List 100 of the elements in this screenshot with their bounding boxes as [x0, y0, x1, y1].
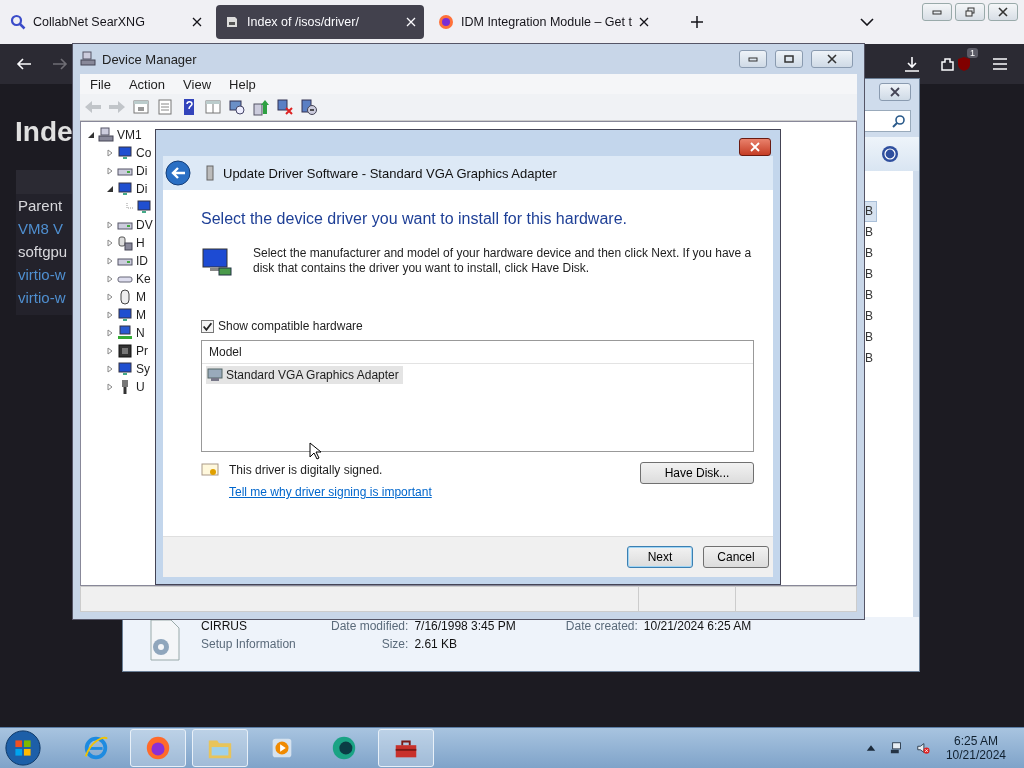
back-button[interactable]: [165, 160, 191, 186]
close-button[interactable]: [739, 138, 771, 156]
download-icon[interactable]: [904, 56, 920, 72]
collapsed-arrow-icon[interactable]: [106, 347, 114, 355]
close-button[interactable]: [811, 50, 853, 68]
uninstall-icon[interactable]: [276, 98, 294, 116]
tree-item[interactable]: Sy: [136, 362, 150, 376]
tree-item[interactable]: Di: [136, 164, 148, 178]
menu-item[interactable]: Help: [229, 76, 256, 92]
maximize-icon: [784, 54, 794, 64]
collapsed-arrow-icon[interactable]: [106, 221, 114, 229]
menu-item[interactable]: File: [90, 76, 111, 92]
tree-item[interactable]: M: [136, 290, 146, 304]
menu-item[interactable]: Action: [128, 76, 166, 92]
menu-icon[interactable]: [992, 56, 1008, 72]
close-icon[interactable]: [638, 17, 649, 27]
collapsed-arrow-icon[interactable]: [106, 149, 114, 157]
network-icon[interactable]: [889, 741, 904, 755]
collapsed-arrow-icon[interactable]: [106, 365, 114, 373]
dialog-title: Update Driver Software - Standard VGA Graphics Adapter: [223, 165, 557, 181]
file-size[interactable]: B: [864, 327, 877, 348]
tree-item[interactable]: Ke: [136, 272, 151, 286]
expanded-arrow-icon[interactable]: [106, 185, 114, 193]
menu-item[interactable]: View: [183, 76, 212, 92]
tree-item[interactable]: ID: [136, 254, 148, 268]
expanded-arrow-icon[interactable]: [87, 131, 95, 139]
file-size[interactable]: B: [864, 306, 877, 327]
maximize-button[interactable]: [775, 50, 803, 68]
have-disk-button[interactable]: Have Disk...: [640, 462, 754, 484]
table-cell: Parent: [18, 197, 63, 214]
clock-time[interactable]: 6:25 AM: [953, 734, 998, 748]
tree-item[interactable]: Pr: [136, 344, 148, 358]
signature-text: This driver is digitally signed.: [229, 463, 383, 477]
disable-icon[interactable]: [300, 98, 318, 116]
tree-item[interactable]: VM1: [117, 128, 142, 142]
taskbar-button[interactable]: [378, 729, 434, 767]
file-link[interactable]: virtio-w: [18, 266, 66, 283]
collapsed-arrow-icon[interactable]: [106, 329, 114, 337]
tree-item[interactable]: Co: [136, 146, 152, 160]
minimize-button[interactable]: [739, 50, 767, 68]
file-type: Setup Information: [201, 637, 297, 651]
file-size[interactable]: B: [864, 243, 877, 264]
list-item[interactable]: Standard VGA Graphics Adapter: [206, 366, 403, 384]
collapsed-arrow-icon[interactable]: [106, 167, 114, 175]
close-icon: [827, 54, 837, 64]
file-link[interactable]: VM8 V: [18, 220, 63, 237]
collapsed-arrow-icon[interactable]: [106, 383, 114, 391]
cancel-button[interactable]: Cancel: [703, 546, 769, 568]
file-link[interactable]: virtio-w: [18, 289, 66, 306]
adapter-icon: [207, 368, 223, 382]
back-icon[interactable]: [16, 56, 32, 72]
clock-date[interactable]: 10/21/2024: [945, 748, 1006, 762]
next-button[interactable]: Next: [627, 546, 693, 568]
checkbox-label[interactable]: Show compatible hardware: [218, 319, 363, 333]
close-icon: [750, 142, 760, 152]
tree-item[interactable]: H: [136, 236, 145, 250]
column-header[interactable]: Model: [202, 341, 753, 364]
file-size[interactable]: B: [864, 348, 877, 369]
tree-item[interactable]: U: [136, 380, 145, 394]
close-button[interactable]: [879, 83, 911, 101]
tree-item[interactable]: M: [136, 308, 146, 322]
file-size[interactable]: B: [864, 285, 877, 306]
browser-tab[interactable]: Index of /isos/driver/: [216, 5, 424, 39]
collapsed-arrow-icon[interactable]: [106, 311, 114, 319]
tree-item[interactable]: Di: [136, 182, 148, 196]
browser-tab[interactable]: IDM Integration Module – Get t: [430, 5, 657, 39]
detail-label: Size:: [380, 637, 409, 651]
collapsed-arrow-icon[interactable]: [106, 293, 114, 301]
taskbar-button[interactable]: [130, 729, 186, 767]
browser-icon: [82, 734, 110, 762]
close-button[interactable]: [988, 3, 1018, 21]
browser-tab[interactable]: CollabNet SearXNG: [2, 5, 210, 39]
checkbox[interactable]: [201, 319, 214, 333]
minimize-icon: [748, 54, 758, 64]
collapsed-arrow-icon[interactable]: [106, 257, 114, 265]
file-name: CIRRUS: [201, 619, 248, 633]
help-link[interactable]: Tell me why driver signing is important: [229, 485, 432, 499]
scan-icon[interactable]: [228, 98, 246, 116]
chevron-down-icon[interactable]: [860, 18, 874, 26]
file-size[interactable]: B: [864, 222, 877, 243]
help-icon[interactable]: [881, 145, 899, 163]
console-icon[interactable]: [132, 98, 150, 116]
extension-badge: 1: [967, 48, 978, 58]
collapsed-arrow-icon[interactable]: [106, 239, 114, 247]
start-button[interactable]: [4, 729, 42, 767]
tree-item[interactable]: N: [136, 326, 145, 340]
detail-value: 10/21/2024 6:25 AM: [643, 619, 752, 633]
close-icon[interactable]: [192, 17, 202, 27]
minimize-button[interactable]: [922, 3, 952, 21]
update-icon[interactable]: [252, 98, 270, 116]
description-text: Select the manufacturer and model of your hardware device and then click Next. If you have a disk that contains the driver you want to install, click Have Disk.: [253, 246, 753, 277]
restore-icon: [965, 7, 975, 17]
collapsed-arrow-icon[interactable]: [106, 275, 114, 283]
search-icon: [892, 114, 906, 128]
extension-icon[interactable]: [940, 56, 956, 72]
new-tab-icon[interactable]: [690, 16, 703, 28]
volume-muted-icon[interactable]: [915, 741, 930, 755]
file-size[interactable]: B: [864, 264, 877, 285]
tree-item[interactable]: DV: [136, 218, 153, 232]
detail-label: Date created:: [565, 619, 638, 633]
